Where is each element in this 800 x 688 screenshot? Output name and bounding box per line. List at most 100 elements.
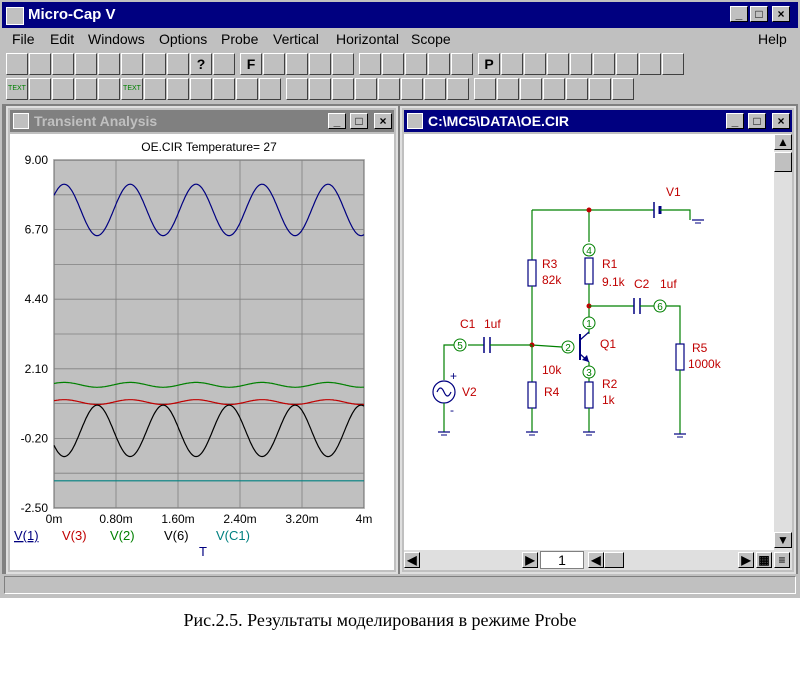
tool-grid-icon[interactable] <box>167 53 189 75</box>
tool-vid-icon[interactable] <box>639 53 661 75</box>
menu-edit[interactable]: Edit <box>50 31 74 47</box>
tool-flag-icon[interactable] <box>520 78 542 100</box>
tool-rect-icon[interactable] <box>190 78 212 100</box>
page-right-arrow-icon[interactable]: ▶ <box>738 552 754 568</box>
schematic-close-button[interactable]: × <box>772 113 790 129</box>
tool-zoom-icon[interactable] <box>144 53 166 75</box>
close-button[interactable]: × <box>772 6 790 22</box>
resistor-r2 <box>584 381 594 409</box>
tool-zoom-out-icon[interactable] <box>524 53 546 75</box>
page-number-field[interactable]: 1 <box>540 551 584 569</box>
tool-x-icon[interactable] <box>447 78 469 100</box>
scroll-right-arrow-icon[interactable]: ▶ <box>522 552 538 568</box>
menu-scope[interactable]: Scope <box>411 31 451 47</box>
tool-stop-icon[interactable] <box>566 78 588 100</box>
vertical-scrollbar[interactable]: ▲ ▼ <box>774 134 792 550</box>
menu-help[interactable]: Help <box>758 31 787 47</box>
tool-diag-icon[interactable] <box>213 53 235 75</box>
tool-pencil-icon[interactable] <box>29 53 51 75</box>
legend-entry[interactable]: V(1) <box>14 528 39 543</box>
tool-text-icon[interactable]: TEXT <box>121 78 143 100</box>
tool-scope-icon[interactable] <box>593 53 615 75</box>
tool-f-icon[interactable]: F <box>240 53 262 75</box>
tool-peak2-icon[interactable] <box>424 78 446 100</box>
maximize-button[interactable]: □ <box>750 6 768 22</box>
tool-loop-icon[interactable] <box>263 53 285 75</box>
legend-entry[interactable]: V(C1) <box>216 528 250 543</box>
page-scroll-thumb[interactable] <box>604 552 624 568</box>
tool-dots-icon[interactable] <box>167 78 189 100</box>
zoom-fit-icon[interactable]: ▦ <box>756 552 772 568</box>
menu-options[interactable]: Options <box>159 31 207 47</box>
tool-box2-icon[interactable] <box>309 78 331 100</box>
tool-window-icon[interactable] <box>213 78 235 100</box>
tool-node-icon[interactable] <box>52 78 74 100</box>
tool-zoom-in-icon[interactable] <box>501 53 523 75</box>
tool-valley-icon[interactable] <box>401 78 423 100</box>
schematic-minimize-button[interactable]: _ <box>726 113 744 129</box>
transient-minimize-button[interactable]: _ <box>328 113 346 129</box>
tool-tilt-icon[interactable] <box>332 53 354 75</box>
tool-diag-icon[interactable] <box>236 78 258 100</box>
legend-entry[interactable]: V(2) <box>110 528 135 543</box>
tool-dots2-icon[interactable] <box>355 78 377 100</box>
tool-bars-icon[interactable] <box>662 53 684 75</box>
tool-win2-icon[interactable] <box>382 53 404 75</box>
view-list-icon[interactable]: ≡ <box>774 552 790 568</box>
schematic-maximize-button[interactable]: □ <box>748 113 766 129</box>
x-tick-label: 0m <box>46 512 63 526</box>
tool-square-icon[interactable] <box>547 53 569 75</box>
menu-probe[interactable]: Probe <box>221 31 258 47</box>
schematic-canvas[interactable]: V1 R3 82k 4 R1 9.1k 1 C2 1uf 6 R5 1000k Q1 2 3 R2 1k 10k R… <box>404 134 774 550</box>
transient-chart[interactable]: OE.CIR Temperature= 27 0m 0.80m 1.60m 2.40m 3… <box>10 134 394 570</box>
tool-calc-icon[interactable] <box>451 53 473 75</box>
y-tick-label: -0.20 <box>21 431 49 445</box>
tool-play-icon[interactable] <box>543 78 565 100</box>
tool-win4-icon[interactable] <box>428 53 450 75</box>
legend-entry[interactable]: V(6) <box>164 528 189 543</box>
tool-p-icon[interactable]: P <box>478 53 500 75</box>
tool-frame-icon[interactable] <box>309 53 331 75</box>
menu-vertical[interactable]: Vertical <box>273 31 319 47</box>
tool-pause-icon[interactable] <box>589 78 611 100</box>
y-tick-label: -2.50 <box>21 501 49 515</box>
scroll-up-arrow-icon[interactable]: ▲ <box>774 134 792 150</box>
schematic-titlebar: C:\MC5\DATA\OE.CIR _ □ × <box>404 110 792 132</box>
menu-file[interactable]: File <box>12 31 35 47</box>
menu-windows[interactable]: Windows <box>88 31 145 47</box>
tool-win3-icon[interactable] <box>405 53 427 75</box>
tool-box-icon[interactable] <box>286 78 308 100</box>
tool-line-icon[interactable] <box>52 53 74 75</box>
tool-cross-icon[interactable] <box>144 78 166 100</box>
tool-line-icon[interactable] <box>98 78 120 100</box>
tool-wave-icon[interactable] <box>75 53 97 75</box>
tool-step-icon[interactable] <box>612 78 634 100</box>
tool-nodebox-icon[interactable] <box>75 78 97 100</box>
minimize-button[interactable]: _ <box>730 6 748 22</box>
tool-y-icon[interactable] <box>474 78 496 100</box>
r1-value: 9.1k <box>602 275 626 289</box>
tool---icon[interactable]: ? <box>190 53 212 75</box>
tool-text-icon[interactable]: TEXT <box>6 78 28 100</box>
tool-peak-icon[interactable] <box>378 78 400 100</box>
page-left-arrow-icon[interactable]: ◀ <box>588 552 604 568</box>
tool-shape-icon[interactable] <box>259 78 281 100</box>
vertical-scroll-thumb[interactable] <box>774 152 792 172</box>
tool-win1-icon[interactable] <box>359 53 381 75</box>
tool-list-icon[interactable] <box>616 53 638 75</box>
tool-right-icon[interactable] <box>497 78 519 100</box>
transient-close-button[interactable]: × <box>374 113 392 129</box>
scroll-left-arrow-icon[interactable]: ◀ <box>404 552 420 568</box>
tool-arrow-icon[interactable] <box>6 53 28 75</box>
tool-wire-icon[interactable] <box>332 78 354 100</box>
tool-wave-icon[interactable] <box>29 78 51 100</box>
tool-dual-icon[interactable] <box>286 53 308 75</box>
tool-box-icon[interactable] <box>98 53 120 75</box>
tool-wave2-icon[interactable] <box>570 53 592 75</box>
tool-select-icon[interactable] <box>121 53 143 75</box>
r3-name: R3 <box>542 257 558 271</box>
scroll-down-arrow-icon[interactable]: ▼ <box>774 532 792 548</box>
transient-maximize-button[interactable]: □ <box>350 113 368 129</box>
menu-horizontal[interactable]: Horizontal <box>336 31 399 47</box>
legend-entry[interactable]: V(3) <box>62 528 87 543</box>
